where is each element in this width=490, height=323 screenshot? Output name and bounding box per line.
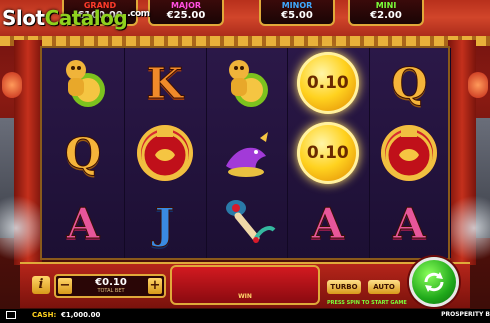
- reel-grid: Q A K J 0.10 0.10 A Q A: [40, 46, 452, 260]
- reel-symbol: [368, 118, 450, 188]
- jackpot-mini: MINI €2.00: [348, 0, 424, 26]
- reel-symbol: [42, 48, 124, 118]
- reel-symbol: J: [124, 188, 206, 258]
- coin-symbol: 0.10: [296, 52, 359, 114]
- cash-label: CASH:: [32, 311, 57, 319]
- reel-symbol: K: [124, 48, 206, 118]
- fish-icon: [215, 125, 277, 181]
- reel-symbol: A: [368, 188, 450, 258]
- reel-symbol: 0.10: [287, 48, 369, 118]
- refresh-arrows-icon: [424, 272, 444, 292]
- reel-symbol: 0.10: [287, 118, 369, 188]
- win-display: WIN: [170, 265, 320, 305]
- vase-icon: [136, 125, 193, 181]
- coin-symbol: 0.10: [296, 122, 359, 184]
- letter-symbol-a: A: [311, 198, 345, 248]
- logo-slot-text: Slot: [2, 6, 45, 30]
- lantern-right-icon: [468, 72, 488, 98]
- jackpot-major-value: €25.00: [166, 10, 206, 21]
- spin-button[interactable]: [409, 257, 459, 307]
- reel-5: QA: [368, 48, 452, 258]
- reel-symbol: Q: [42, 118, 124, 188]
- jackpot-minor-label: MINOR: [281, 1, 313, 10]
- reel-symbol: A: [42, 188, 124, 258]
- ruyi-icon: [215, 193, 277, 253]
- total-bet-value: €0.10: [95, 277, 127, 288]
- letter-symbol-j: J: [154, 198, 175, 248]
- cash-value: €1,000.00: [61, 311, 101, 319]
- letter-symbol-a: A: [393, 198, 427, 248]
- letter-symbol-q: Q: [391, 58, 429, 108]
- reel-symbol: [124, 118, 206, 188]
- slotcatalog-logo: SlotCatalog.com: [2, 6, 150, 30]
- jackpot-major: MAJOR €25.00: [148, 0, 224, 26]
- reel-4: 0.10 0.10 A: [287, 48, 370, 258]
- logo-com-text: .com: [127, 9, 150, 19]
- logo-catalog-text: Catalog: [44, 6, 128, 30]
- jackpot-mini-value: €2.00: [370, 10, 402, 21]
- bet-increase-button[interactable]: +: [148, 278, 162, 294]
- reel-3: [205, 48, 289, 258]
- reel-2: KJ: [124, 48, 207, 258]
- jackpot-major-label: MAJOR: [170, 1, 202, 10]
- reel-symbol: [205, 188, 287, 258]
- game-stage: GRAND €100.00 MAJOR €25.00 MINOR €5.00 M…: [0, 0, 490, 323]
- reel-symbol: [205, 118, 287, 188]
- letter-symbol-a: A: [66, 198, 100, 248]
- monkey-icon: [216, 53, 276, 113]
- reel-symbol: A: [287, 188, 369, 258]
- total-bet-label: TOTAL BET: [97, 288, 125, 294]
- reel-symbol: [205, 48, 287, 118]
- lantern-left-icon: [2, 72, 22, 98]
- bet-decrease-button[interactable]: −: [58, 278, 72, 294]
- press-spin-hint: PRESS SPIN TO START GAME: [327, 300, 407, 306]
- jackpot-mini-label: MINI: [375, 1, 397, 10]
- letter-symbol-k: K: [146, 58, 184, 108]
- reel-symbol: Q: [368, 48, 450, 118]
- jackpot-minor: MINOR €5.00: [259, 0, 335, 26]
- vase-icon: [381, 125, 438, 181]
- game-name: PROSPERITY B: [441, 311, 490, 318]
- info-button[interactable]: i: [32, 276, 50, 294]
- roof-trim: [0, 36, 490, 46]
- reel-1: QA: [42, 48, 125, 258]
- fullscreen-icon[interactable]: [6, 311, 16, 319]
- turbo-button[interactable]: TURBO: [327, 280, 361, 294]
- jackpot-minor-value: €5.00: [281, 10, 313, 21]
- auto-button[interactable]: AUTO: [368, 280, 400, 294]
- bet-selector: − €0.10 TOTAL BET +: [54, 274, 166, 298]
- letter-symbol-q: Q: [64, 128, 102, 178]
- win-label: WIN: [238, 293, 252, 300]
- monkey-icon: [53, 53, 113, 113]
